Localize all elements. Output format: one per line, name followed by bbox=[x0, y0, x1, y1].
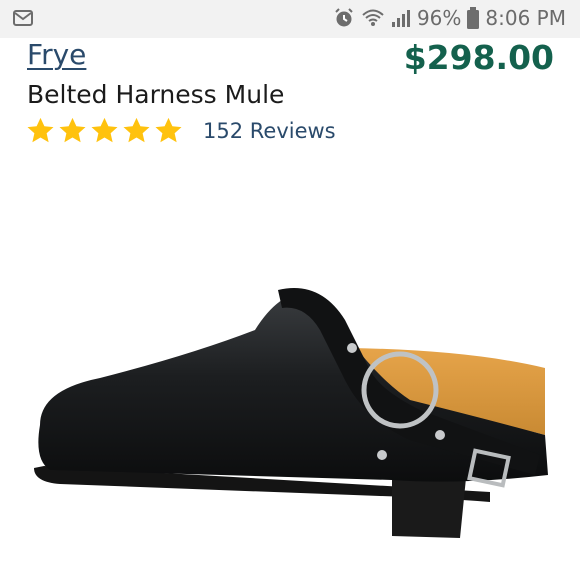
star-icon bbox=[59, 117, 86, 143]
rating-stars bbox=[25, 116, 185, 146]
star-icon bbox=[27, 117, 54, 143]
clock-time: 8:06 PM bbox=[485, 6, 566, 30]
battery-icon bbox=[467, 7, 480, 29]
star-icon bbox=[91, 117, 118, 143]
product-title: Belted Harness Mule bbox=[27, 80, 285, 109]
status-bar: 96% 8:06 PM bbox=[0, 0, 580, 38]
brand-link[interactable]: Frye bbox=[27, 38, 86, 71]
system-indicators: 96% 8:06 PM bbox=[327, 6, 566, 30]
wifi-icon bbox=[362, 9, 384, 26]
star-icon bbox=[123, 117, 150, 143]
mail-icon bbox=[13, 10, 33, 26]
star-icon bbox=[155, 117, 182, 143]
product-price: $298.00 bbox=[403, 38, 554, 77]
product-rating: 152 Reviews bbox=[25, 116, 336, 146]
battery-percent: 96% bbox=[416, 6, 462, 30]
alarm-icon bbox=[335, 8, 353, 27]
notification-area bbox=[12, 8, 34, 33]
product-image[interactable] bbox=[20, 270, 560, 560]
reviews-link[interactable]: 152 Reviews bbox=[203, 119, 336, 143]
signal-icon bbox=[391, 10, 410, 27]
